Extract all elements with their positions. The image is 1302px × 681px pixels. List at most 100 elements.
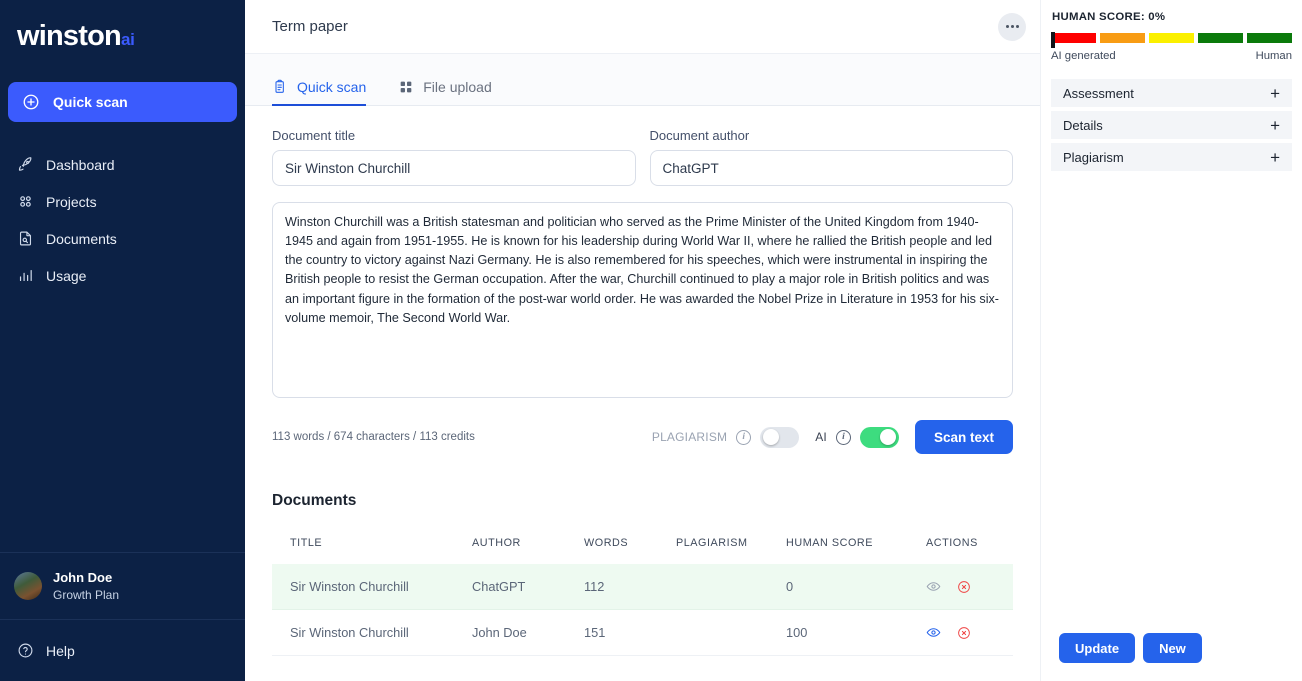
cell-human-score: 0 xyxy=(786,564,926,610)
results-accordion: Assessment + Details + Plagiarism + xyxy=(1051,79,1292,171)
main-card: Term paper Quick scan xyxy=(245,0,1040,681)
gauge-captions: AI generated Human xyxy=(1051,50,1292,62)
info-icon[interactable]: i xyxy=(836,430,851,445)
dot xyxy=(1011,25,1014,28)
main-header: Term paper xyxy=(245,0,1040,54)
user-name: John Doe xyxy=(53,569,119,587)
document-title-field: Document title xyxy=(272,128,636,186)
table-header-row: TITLE AUTHOR WORDS PLAGIARISM HUMAN SCOR… xyxy=(272,537,1013,564)
ai-switch[interactable] xyxy=(860,427,899,448)
new-button[interactable]: New xyxy=(1143,633,1202,663)
accordion-item-plagiarism[interactable]: Plagiarism + xyxy=(1051,143,1292,171)
documents-table: TITLE AUTHOR WORDS PLAGIARISM HUMAN SCOR… xyxy=(272,537,1013,656)
brand-name: winston xyxy=(17,20,121,52)
accordion-label: Assessment xyxy=(1063,86,1134,101)
user-plan: Growth Plan xyxy=(53,587,119,603)
tab-label: Quick scan xyxy=(297,79,366,95)
actions-group xyxy=(926,625,1013,640)
brand-suffix: ai xyxy=(121,30,135,49)
tab-label: File upload xyxy=(423,79,492,95)
document-author-input[interactable] xyxy=(650,150,1014,186)
accordion-item-assessment[interactable]: Assessment + xyxy=(1051,79,1292,107)
update-button[interactable]: Update xyxy=(1059,633,1135,663)
column-header-title: TITLE xyxy=(272,537,472,564)
gauge-segment-orange xyxy=(1100,33,1145,43)
gauge-caption-right: Human xyxy=(1256,50,1292,62)
column-header-actions: ACTIONS xyxy=(926,537,1013,564)
main-content: Term paper Quick scan xyxy=(245,0,1040,681)
switch-knob xyxy=(763,429,779,445)
cell-words: 151 xyxy=(584,610,676,656)
view-icon[interactable] xyxy=(926,625,941,640)
document-author-field: Document author xyxy=(650,128,1014,186)
cell-plagiarism xyxy=(676,564,786,610)
sidebar-item-documents[interactable]: Documents xyxy=(0,220,245,257)
gauge-caption-left: AI generated xyxy=(1051,50,1116,62)
switch-knob xyxy=(880,429,896,445)
delete-icon[interactable] xyxy=(957,626,971,640)
table-body: Sir Winston Churchill ChatGPT 112 0 xyxy=(272,564,1013,656)
document-author-label: Document author xyxy=(650,128,1014,143)
plus-icon: + xyxy=(1270,117,1280,134)
plagiarism-label: PLAGIARISM xyxy=(652,430,727,444)
sidebar: winstonai Quick scan Dashboard xyxy=(0,0,245,681)
ellipsis-icon[interactable] xyxy=(998,13,1026,41)
sidebar-item-usage[interactable]: Usage xyxy=(0,257,245,294)
view-icon[interactable] xyxy=(926,579,941,594)
gauge-segment-red xyxy=(1051,33,1096,43)
quick-scan-button[interactable]: Quick scan xyxy=(8,82,237,122)
cell-words: 112 xyxy=(584,564,676,610)
cell-actions xyxy=(926,610,1013,656)
sidebar-item-dashboard[interactable]: Dashboard xyxy=(0,146,245,183)
info-icon[interactable]: i xyxy=(736,430,751,445)
plagiarism-switch[interactable] xyxy=(760,427,799,448)
document-content-textarea[interactable] xyxy=(272,202,1013,398)
ai-label: AI xyxy=(815,430,827,444)
column-header-human-score: HUMAN SCORE xyxy=(786,537,926,564)
form-area: Document title Document author 113 words… xyxy=(245,106,1040,454)
help-button[interactable]: Help xyxy=(0,620,245,681)
plus-circle-icon xyxy=(22,93,40,111)
word-count-text: 113 words / 674 characters / 113 credits xyxy=(272,431,652,443)
column-header-plagiarism: PLAGIARISM xyxy=(676,537,786,564)
user-profile[interactable]: John Doe Growth Plan xyxy=(0,553,245,619)
cell-author: John Doe xyxy=(472,610,584,656)
tab-file-upload[interactable]: File upload xyxy=(398,79,492,105)
controls-row: 113 words / 674 characters / 113 credits… xyxy=(272,420,1013,454)
accordion-item-details[interactable]: Details + xyxy=(1051,111,1292,139)
app-root: winstonai Quick scan Dashboard xyxy=(0,0,1302,681)
document-title-input[interactable] xyxy=(272,150,636,186)
document-title-label: Document title xyxy=(272,128,636,143)
user-info: John Doe Growth Plan xyxy=(53,569,119,603)
actions-group xyxy=(926,579,1013,594)
cell-author: ChatGPT xyxy=(472,564,584,610)
plus-icon: + xyxy=(1270,85,1280,102)
table-row[interactable]: Sir Winston Churchill ChatGPT 112 0 xyxy=(272,564,1013,610)
sidebar-nav: Dashboard Projects xyxy=(0,146,245,294)
gauge-segment-green-2 xyxy=(1247,33,1292,43)
documents-section: Documents TITLE AUTHOR WORDS PLAGIARISM … xyxy=(245,492,1040,656)
sidebar-item-projects[interactable]: Projects xyxy=(0,183,245,220)
cell-title: Sir Winston Churchill xyxy=(272,610,472,656)
ai-toggle-group: AI i xyxy=(815,427,899,448)
gauge-segment-green-1 xyxy=(1198,33,1243,43)
scan-text-button[interactable]: Scan text xyxy=(915,420,1013,454)
gauge-marker xyxy=(1051,32,1055,48)
panel-spacer xyxy=(1051,171,1292,633)
plus-icon: + xyxy=(1270,149,1280,166)
cell-human-score: 100 xyxy=(786,610,926,656)
page-title: Term paper xyxy=(272,18,998,35)
cell-title: Sir Winston Churchill xyxy=(272,564,472,610)
tab-quick-scan[interactable]: Quick scan xyxy=(272,79,366,105)
human-score-gauge xyxy=(1051,32,1292,44)
grid-dots-icon xyxy=(398,79,414,95)
sidebar-spacer xyxy=(0,294,245,552)
human-score-label: HUMAN SCORE: 0% xyxy=(1051,11,1292,23)
table-row[interactable]: Sir Winston Churchill John Doe 151 100 xyxy=(272,610,1013,656)
grid-dots-icon xyxy=(17,193,34,210)
plagiarism-toggle-group: PLAGIARISM i xyxy=(652,427,799,448)
help-label: Help xyxy=(46,643,75,659)
brand-logo: winstonai xyxy=(0,0,245,72)
delete-icon[interactable] xyxy=(957,580,971,594)
accordion-label: Details xyxy=(1063,118,1103,133)
